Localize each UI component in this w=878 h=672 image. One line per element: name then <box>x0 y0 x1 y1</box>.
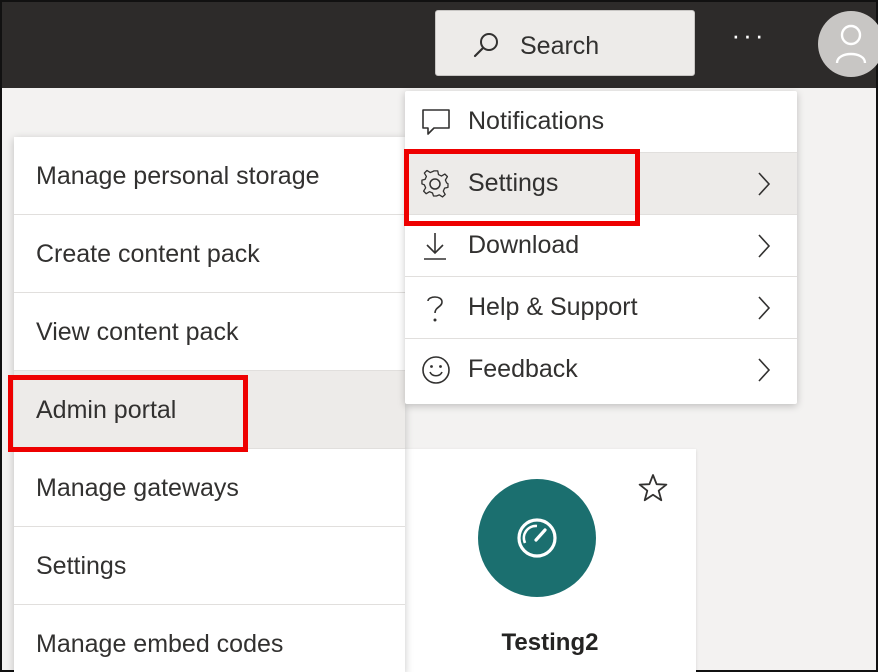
submenu-item-label: Manage personal storage <box>36 162 320 190</box>
submenu-item-label: View content pack <box>36 318 239 346</box>
menu-item-label: Notifications <box>468 107 605 135</box>
dashboard-icon-circle <box>478 479 596 597</box>
dashboard-gauge-icon <box>517 518 557 558</box>
menu-item-label: Download <box>468 231 580 259</box>
top-bar: Search ··· <box>2 2 878 88</box>
submenu-item-label: Manage gateways <box>36 474 239 502</box>
search-icon <box>472 31 500 59</box>
dashboard-card[interactable]: Testing2 <box>404 449 696 672</box>
submenu-item-settings[interactable]: Settings <box>14 527 405 605</box>
admin-portal-highlight-box <box>8 375 248 452</box>
submenu-item-create-content-pack[interactable]: Create content pack <box>14 215 405 293</box>
submenu-item-manage-personal-storage[interactable]: Manage personal storage <box>14 137 405 215</box>
person-icon <box>835 24 867 64</box>
menu-item-notifications[interactable]: Notifications <box>405 91 797 153</box>
menu-item-label: Feedback <box>468 355 578 383</box>
submenu-item-label: Manage embed codes <box>36 630 284 658</box>
menu-item-label: Help & Support <box>468 293 638 321</box>
smiley-icon <box>421 355 451 385</box>
avatar[interactable] <box>818 11 878 77</box>
card-title: Testing2 <box>501 629 599 656</box>
star-icon[interactable] <box>638 473 668 508</box>
chevron-right-icon <box>757 357 771 390</box>
account-dropdown-menu: Notifications Settings Download Help & S… <box>405 91 797 404</box>
settings-highlight-box <box>404 149 640 226</box>
submenu-item-label: Settings <box>36 552 127 580</box>
menu-item-help-support[interactable]: Help & Support <box>405 277 797 339</box>
submenu-item-manage-embed-codes[interactable]: Manage embed codes <box>14 605 405 672</box>
menu-item-feedback[interactable]: Feedback <box>405 339 797 401</box>
search-label: Search <box>520 32 600 60</box>
download-icon <box>421 231 451 261</box>
submenu-item-view-content-pack[interactable]: View content pack <box>14 293 405 371</box>
more-options-button[interactable]: ··· <box>724 22 774 62</box>
submenu-item-label: Create content pack <box>36 240 260 268</box>
search-box[interactable]: Search <box>435 10 695 76</box>
submenu-item-manage-gateways[interactable]: Manage gateways <box>14 449 405 527</box>
chevron-right-icon <box>757 233 771 266</box>
chevron-right-icon <box>757 295 771 328</box>
chevron-right-icon <box>757 171 771 204</box>
chat-bubble-icon <box>421 107 451 137</box>
question-icon <box>421 293 451 323</box>
